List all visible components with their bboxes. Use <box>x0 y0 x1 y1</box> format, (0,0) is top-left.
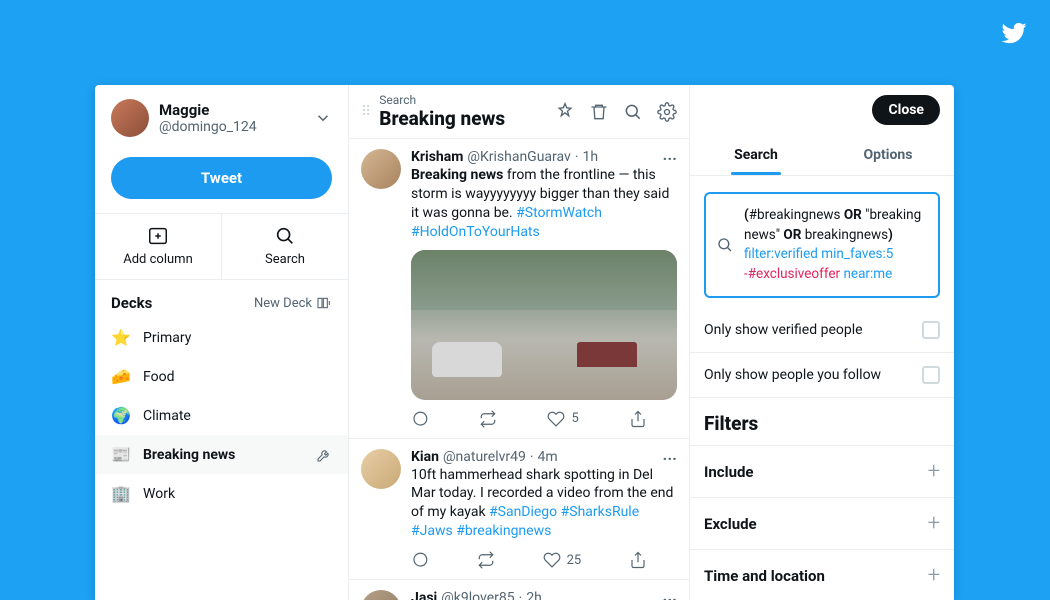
reply-button[interactable] <box>411 551 429 569</box>
avatar[interactable] <box>361 449 401 489</box>
tweet[interactable]: Jasi @k9lover85 · 2h ··· <box>349 580 689 600</box>
search-button[interactable]: Search <box>221 214 348 279</box>
reply-button[interactable] <box>411 410 429 428</box>
profile-name: Maggie <box>159 101 257 119</box>
filters-heading: Filters <box>690 398 954 445</box>
filter-include[interactable]: Include+ <box>690 445 954 497</box>
checkbox-icon <box>922 366 940 384</box>
verified-only-toggle[interactable]: Only show verified people <box>690 308 954 353</box>
drag-handle-icon[interactable]: ⠿ <box>361 105 371 119</box>
tweet-author-name[interactable]: Jasi <box>411 590 437 600</box>
chevron-down-icon <box>314 109 332 127</box>
add-column-icon <box>146 224 170 248</box>
top-tweets-icon[interactable] <box>555 102 575 122</box>
more-icon[interactable]: ··· <box>663 149 677 168</box>
profile-handle: @domingo_124 <box>159 119 257 135</box>
tweet-author-name[interactable]: Krisham <box>411 149 463 165</box>
deck-item-breaking-news[interactable]: 📰 Breaking news <box>95 435 348 474</box>
search-icon <box>273 224 297 248</box>
wrench-icon <box>316 447 332 463</box>
settings-icon[interactable] <box>657 102 677 122</box>
globe-icon: 🌍 <box>111 406 131 425</box>
food-icon: 🧀 <box>111 367 131 386</box>
new-deck-button[interactable]: New Deck <box>254 295 332 311</box>
tweet-text: Breaking news from the frontline — this … <box>411 166 677 242</box>
tweet-author-name[interactable]: Kian <box>411 449 439 465</box>
tweet-timestamp: 2h <box>526 590 542 600</box>
avatar[interactable] <box>361 590 401 600</box>
star-icon: ⭐ <box>111 328 131 347</box>
tweet-button[interactable]: Tweet <box>111 157 332 199</box>
like-button[interactable]: 25 <box>543 551 582 569</box>
checkbox-icon <box>922 321 940 339</box>
tweet-media-image[interactable] <box>411 250 677 400</box>
share-button[interactable] <box>629 551 647 569</box>
like-button[interactable]: 5 <box>547 410 578 428</box>
plus-icon: + <box>928 511 940 536</box>
tweet[interactable]: Krisham @KrishanGuarav · 1h Breaking new… <box>349 139 689 439</box>
search-options-panel: Close Search Options (#breakingnews OR "… <box>690 85 954 600</box>
tab-search[interactable]: Search <box>690 135 822 175</box>
sidebar: Maggie @domingo_124 Tweet Add column Sea… <box>95 85 349 600</box>
retweet-button[interactable] <box>477 551 495 569</box>
deck-item-climate[interactable]: 🌍 Climate <box>95 396 348 435</box>
building-icon: 🏢 <box>111 484 131 503</box>
tab-options[interactable]: Options <box>822 135 954 175</box>
tweet-timestamp: 1h <box>582 149 598 165</box>
decks-heading: Decks <box>111 294 152 312</box>
retweet-button[interactable] <box>479 410 497 428</box>
account-switcher[interactable]: Maggie @domingo_124 <box>95 85 348 147</box>
search-icon[interactable] <box>623 102 643 122</box>
search-column: ⠿ Search Breaking news Krisham @KrishanG… <box>349 85 690 600</box>
tweet-author-handle[interactable]: @k9lover85 <box>441 590 514 600</box>
avatar[interactable] <box>361 149 401 189</box>
deck-item-primary[interactable]: ⭐ Primary <box>95 318 348 357</box>
filter-exclude[interactable]: Exclude+ <box>690 497 954 549</box>
deck-item-work[interactable]: 🏢 Work <box>95 474 348 513</box>
avatar <box>111 99 149 137</box>
search-icon <box>716 236 734 254</box>
tweet-author-handle[interactable]: @naturelvr49 <box>443 449 526 465</box>
close-button[interactable]: Close <box>872 95 940 125</box>
column-subtitle: Search <box>379 93 555 107</box>
tweet-timestamp: 4m <box>538 449 558 465</box>
newspaper-icon: 📰 <box>111 445 131 464</box>
deck-item-food[interactable]: 🧀 Food <box>95 357 348 396</box>
more-icon[interactable]: ··· <box>663 590 677 600</box>
add-column-button[interactable]: Add column <box>95 214 221 279</box>
tweet[interactable]: Kian @naturelvr49 · 4m 10ft hammerhead s… <box>349 439 689 581</box>
twitter-bird-icon <box>998 20 1030 46</box>
column-title: Breaking news <box>379 107 555 130</box>
filter-time-location[interactable]: Time and location+ <box>690 549 954 600</box>
plus-icon: + <box>928 459 940 484</box>
tweet-author-handle[interactable]: @KrishanGuarav <box>467 149 570 165</box>
following-only-toggle[interactable]: Only show people you follow <box>690 353 954 398</box>
share-button[interactable] <box>629 410 647 428</box>
search-query-input[interactable]: (#breakingnews OR "breaking news" OR bre… <box>704 192 940 298</box>
plus-icon: + <box>928 563 940 588</box>
more-icon[interactable]: ··· <box>663 449 677 468</box>
delete-icon[interactable] <box>589 102 609 122</box>
tweetdeck-app: Maggie @domingo_124 Tweet Add column Sea… <box>95 85 954 600</box>
tweet-text: 10ft hammerhead shark spotting in Del Ma… <box>411 466 677 542</box>
